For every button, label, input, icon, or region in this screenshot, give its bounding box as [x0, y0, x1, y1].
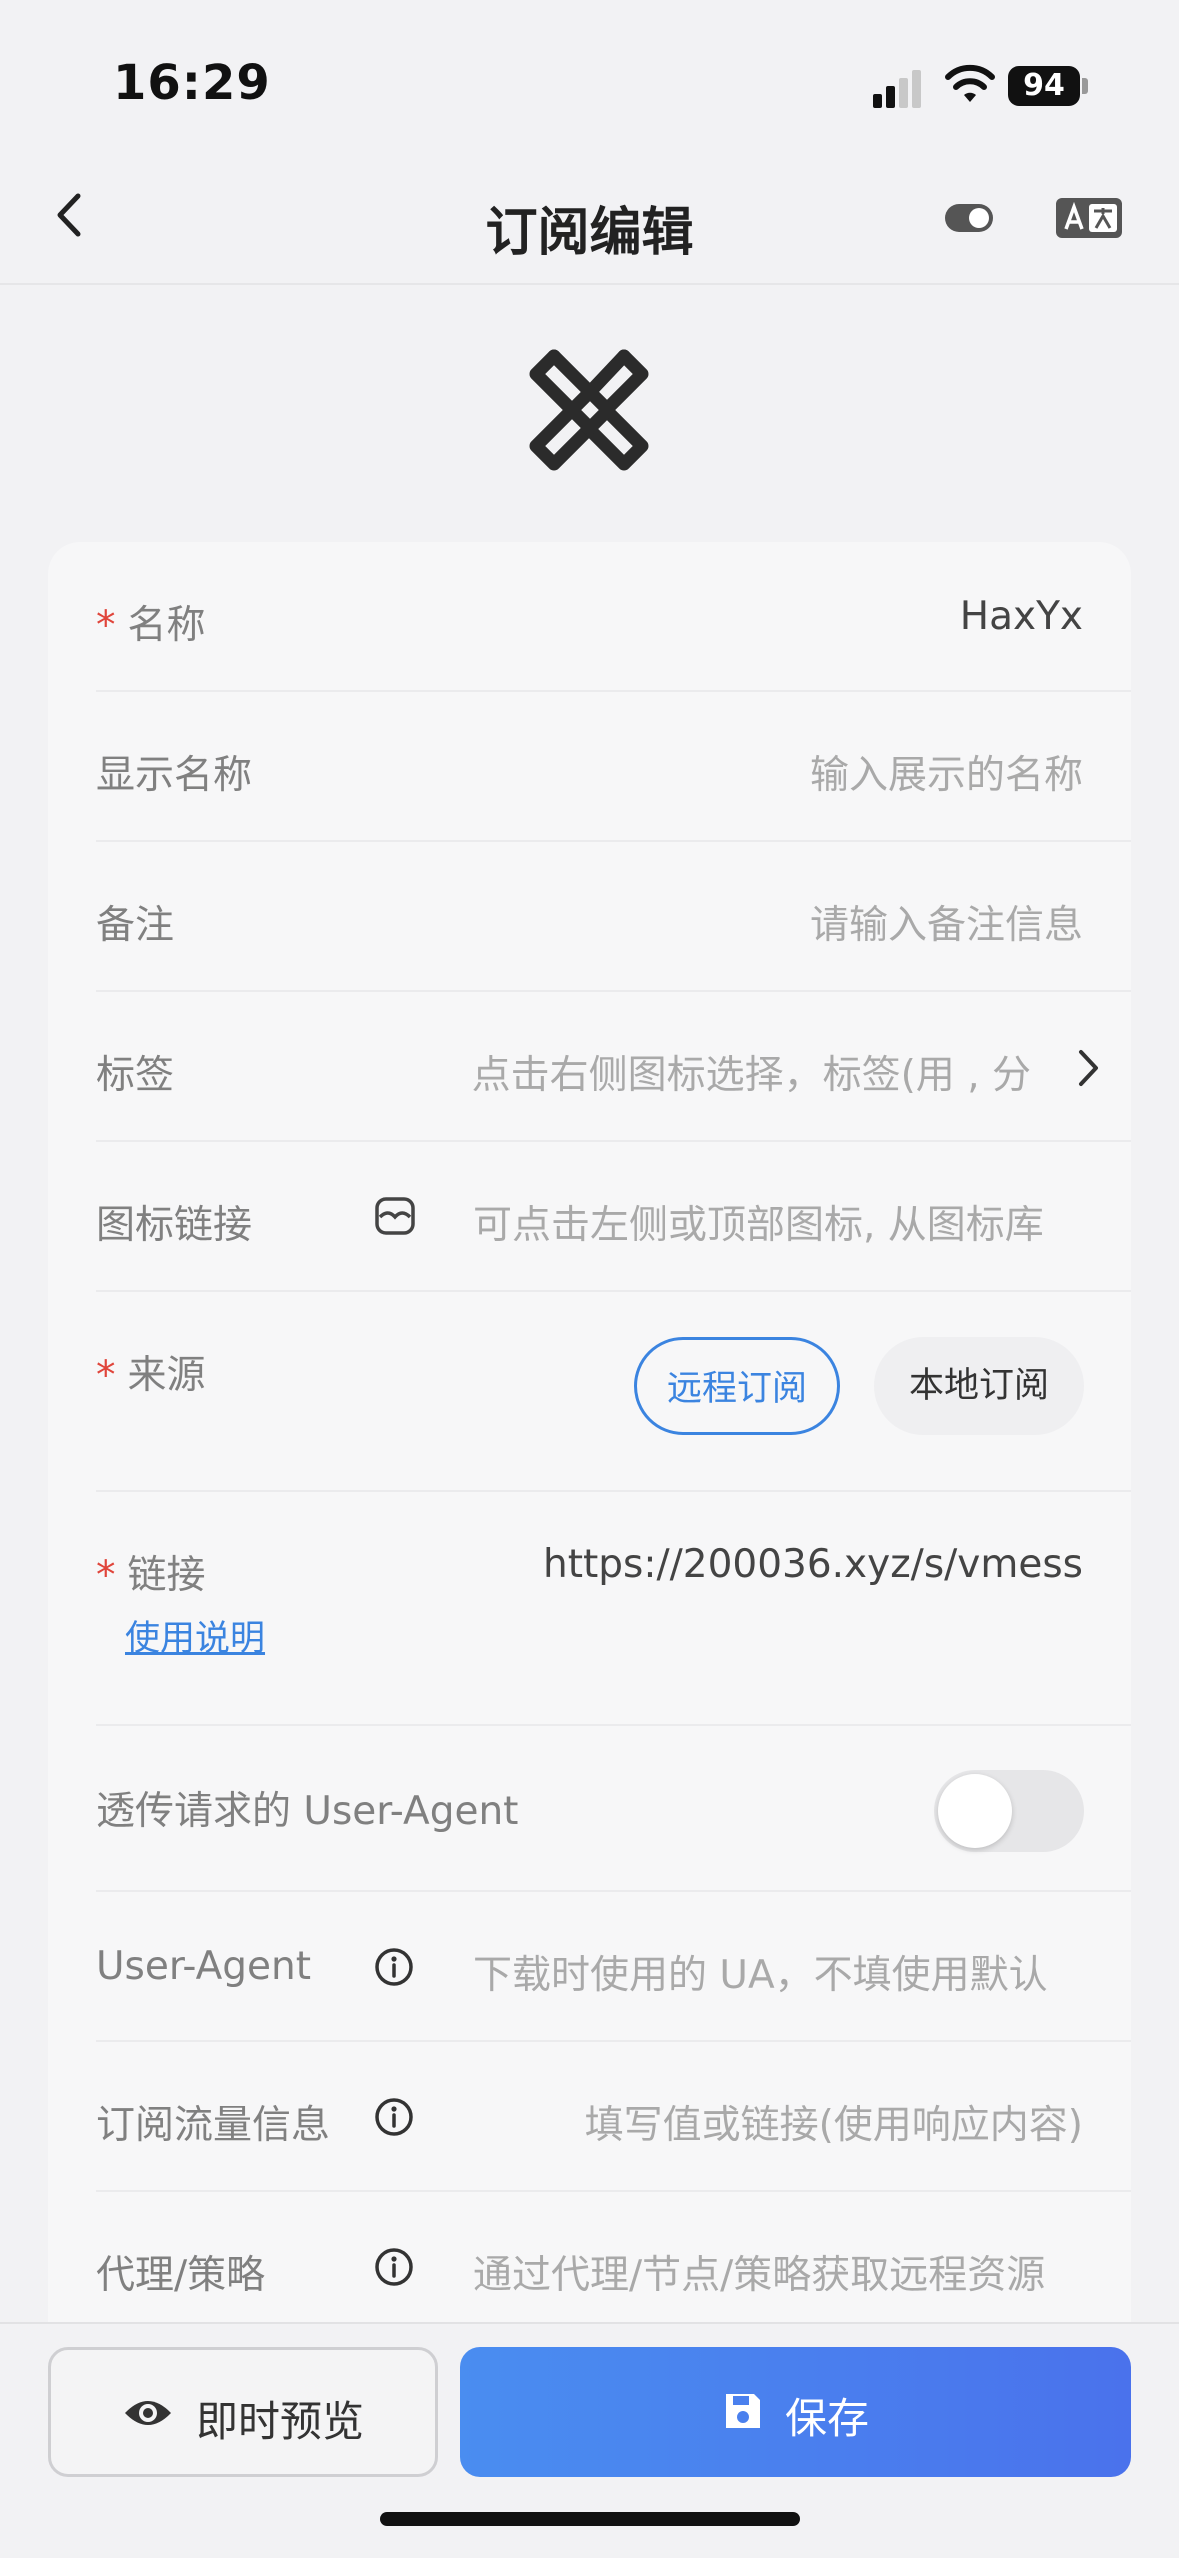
source-label-text: 来源: [127, 1353, 206, 1398]
link-label-text: 链接: [127, 1553, 206, 1598]
save-button-label: 保存: [785, 2394, 870, 2443]
subscription-logo-icon[interactable]: [524, 344, 654, 474]
tags-row[interactable]: 标签 点击右侧图标选择，标签(用 , 分: [48, 992, 1131, 1142]
icon-link-label: 图标链接: [96, 1203, 253, 1248]
battery-indicator: 94: [1008, 66, 1080, 106]
preview-button[interactable]: 即时预览: [48, 2347, 438, 2477]
traffic-info-label: 订阅流量信息: [96, 2103, 331, 2148]
name-label: * 名称: [96, 594, 206, 650]
tags-label: 标签: [96, 1053, 175, 1098]
user-agent-row[interactable]: User-Agent 下载时使用的 UA，不填使用默认: [48, 1892, 1131, 2042]
pass-ua-switch[interactable]: [934, 1770, 1084, 1852]
toggle-mode-icon[interactable]: [945, 204, 993, 232]
name-row[interactable]: * 名称 HaxYx: [48, 542, 1131, 692]
proxy-input[interactable]: 通过代理/节点/策略获取远程资源: [473, 2244, 1083, 2300]
display-name-row[interactable]: 显示名称 输入展示的名称: [48, 692, 1131, 842]
name-label-text: 名称: [127, 603, 206, 648]
display-name-input[interactable]: 输入展示的名称: [483, 744, 1083, 800]
source-label: * 来源: [96, 1344, 206, 1400]
tags-input[interactable]: 点击右侧图标选择，标签(用 , 分: [411, 1044, 1031, 1100]
chevron-right-icon[interactable]: [1075, 1048, 1101, 1088]
remark-input[interactable]: 请输入备注信息: [483, 894, 1083, 950]
link-input[interactable]: https://200036.xyz/s/vmess: [523, 1542, 1083, 1587]
required-mark: *: [96, 1353, 116, 1398]
save-button[interactable]: 保存: [460, 2347, 1131, 2477]
link-label: * 链接: [96, 1544, 206, 1600]
floppy-disk-icon: [726, 2394, 760, 2428]
battery-tip: [1082, 78, 1088, 94]
nav-bar: 订阅编辑: [0, 150, 1179, 285]
remark-label: 备注: [96, 903, 175, 948]
eye-icon: [125, 2401, 171, 2425]
traffic-info-row[interactable]: 订阅流量信息 填写值或链接(使用响应内容): [48, 2042, 1131, 2192]
name-input[interactable]: HaxYx: [483, 594, 1083, 639]
traffic-info-input[interactable]: 填写值或链接(使用响应内容): [523, 2094, 1083, 2150]
pass-ua-row: 透传请求的 User-Agent: [48, 1726, 1131, 1892]
remark-row[interactable]: 备注 请输入备注信息: [48, 842, 1131, 992]
usage-help-link[interactable]: 使用说明: [125, 1610, 265, 1661]
info-icon[interactable]: [374, 2247, 414, 2287]
link-row[interactable]: * 链接 https://200036.xyz/s/vmess 使用说明: [48, 1492, 1131, 1726]
required-mark: *: [96, 1553, 116, 1598]
info-icon[interactable]: [374, 2097, 414, 2137]
icon-link-input[interactable]: 可点击左侧或顶部图标, 从图标库: [473, 1194, 1083, 1250]
source-row: * 来源 远程订阅 本地订阅: [48, 1292, 1131, 1492]
status-bar: 16:29 94: [0, 0, 1179, 150]
user-agent-label: User-Agent: [96, 1944, 312, 1989]
translate-icon[interactable]: [1056, 198, 1122, 238]
pass-ua-label: 透传请求的 User-Agent: [96, 1789, 519, 1834]
signal-icon: [873, 68, 925, 108]
icon-link-row[interactable]: 图标链接 可点击左侧或顶部图标, 从图标库: [48, 1142, 1131, 1292]
info-icon[interactable]: [374, 1947, 414, 1987]
required-mark: *: [96, 603, 116, 648]
proxy-row[interactable]: 代理/策略 通过代理/节点/策略获取远程资源: [48, 2192, 1131, 2322]
source-local-option[interactable]: 本地订阅: [874, 1337, 1084, 1435]
wifi-icon: [945, 64, 995, 102]
image-placeholder-icon[interactable]: [374, 1195, 416, 1237]
display-name-label: 显示名称: [96, 753, 253, 798]
status-time: 16:29: [113, 55, 271, 111]
source-remote-option[interactable]: 远程订阅: [634, 1337, 840, 1435]
home-indicator: [380, 2512, 800, 2526]
user-agent-input[interactable]: 下载时使用的 UA，不填使用默认: [473, 1944, 1083, 2000]
page-title: 订阅编辑: [485, 203, 694, 263]
proxy-label: 代理/策略: [96, 2253, 266, 2298]
preview-button-label: 即时预览: [196, 2397, 365, 2446]
